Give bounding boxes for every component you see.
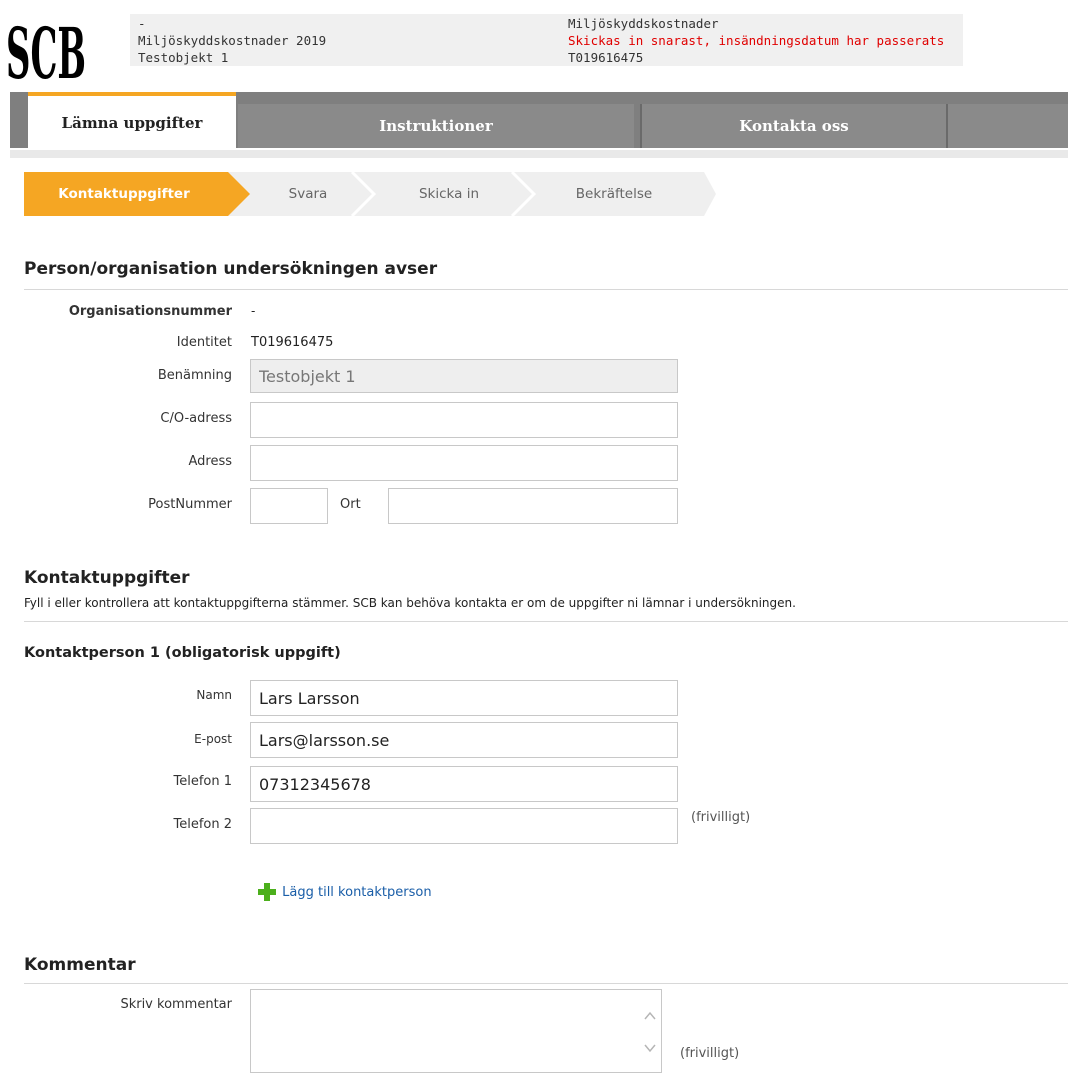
nav-empty-slot: [948, 104, 1068, 148]
address-field[interactable]: [250, 445, 678, 481]
header-object-name: Testobjekt 1: [138, 50, 229, 65]
scb-logo: SCB: [6, 6, 86, 95]
logo-text: SCB: [6, 12, 86, 86]
orgnr-label: Organisationsnummer: [68, 304, 232, 319]
name-label: Benämning: [157, 368, 232, 383]
contact-email-label: E-post: [194, 732, 232, 746]
header-line-1: -: [138, 16, 146, 31]
comment-optional-note: (frivilligt): [680, 1046, 740, 1061]
contact-person-title: Kontaktperson 1 (obligatorisk uppgift): [24, 645, 341, 661]
co-address-field[interactable]: [250, 402, 678, 438]
co-address-label: C/O-adress: [160, 411, 232, 426]
tab-instruktioner[interactable]: Instruktioner: [238, 104, 634, 148]
comment-scrollbar[interactable]: [639, 990, 661, 1072]
identity-label: Identitet: [176, 335, 232, 350]
step-bekraftelse[interactable]: Bekräftelse: [534, 172, 694, 216]
phone1-label: Telefon 1: [173, 774, 232, 789]
address-label: Adress: [188, 454, 232, 469]
phone2-optional-note: (frivilligt): [691, 810, 751, 825]
postnr-label: PostNummer: [148, 497, 232, 512]
scroll-arrows-icon: [644, 1011, 656, 1053]
section-title-contact: Kontaktuppgifter: [24, 568, 190, 588]
phone2-field[interactable]: [250, 808, 678, 844]
plus-icon: [258, 883, 276, 901]
progress-steps: Kontaktuppgifter Svara Skicka in Bekräft…: [24, 172, 716, 216]
add-contact-person-link[interactable]: Lägg till kontaktperson: [258, 883, 432, 903]
tab-kontakta-oss[interactable]: Kontakta oss: [642, 104, 946, 148]
section-title-org: Person/organisation undersökningen avser: [24, 259, 438, 279]
contact-name-label: Namn: [196, 688, 232, 702]
section-divider: [24, 983, 1068, 984]
section-title-comment: Kommentar: [24, 955, 136, 975]
nav-underline: [10, 150, 1068, 158]
step-kontaktuppgifter[interactable]: Kontaktuppgifter: [24, 172, 224, 216]
comment-textarea-wrap: [250, 989, 662, 1073]
comment-textarea[interactable]: [250, 989, 662, 1073]
tab-lamna-uppgifter[interactable]: Lämna uppgifter: [28, 92, 236, 148]
contact-description: Fyll i eller kontrollera att kontaktuppg…: [24, 596, 796, 610]
contact-name-field[interactable]: [250, 680, 678, 716]
header-identity: T019616475: [568, 50, 644, 65]
comment-label: Skriv kommentar: [120, 997, 232, 1012]
city-field[interactable]: [388, 488, 678, 524]
add-contact-person-label: Lägg till kontaktperson: [282, 884, 432, 900]
header-survey-info: - Miljöskyddskostnader 2019 Testobjekt 1: [130, 14, 560, 66]
step-skicka-in[interactable]: Skicka in: [374, 172, 524, 216]
orgnr-value: -: [251, 304, 256, 318]
phone1-field[interactable]: [250, 766, 678, 802]
section-divider: [24, 621, 1068, 622]
org-name-field[interactable]: [250, 359, 678, 393]
identity-value: T019616475: [251, 335, 334, 350]
main-nav: Lämna uppgifter Instruktioner Kontakta o…: [10, 92, 1068, 148]
header-deadline-warning: Skickas in snarast, insändningsdatum har…: [568, 33, 945, 48]
city-label: Ort: [340, 497, 361, 512]
contact-email-field[interactable]: [250, 722, 678, 758]
postnr-field[interactable]: [250, 488, 328, 524]
step-svara[interactable]: Svara: [250, 172, 366, 216]
header-status-info: Miljöskyddskostnader Skickas in snarast,…: [560, 14, 963, 66]
section-divider: [24, 289, 1068, 290]
header-title: Miljöskyddskostnader: [568, 16, 719, 31]
phone2-label: Telefon 2: [173, 817, 232, 832]
header-survey-name: Miljöskyddskostnader 2019: [138, 33, 327, 48]
